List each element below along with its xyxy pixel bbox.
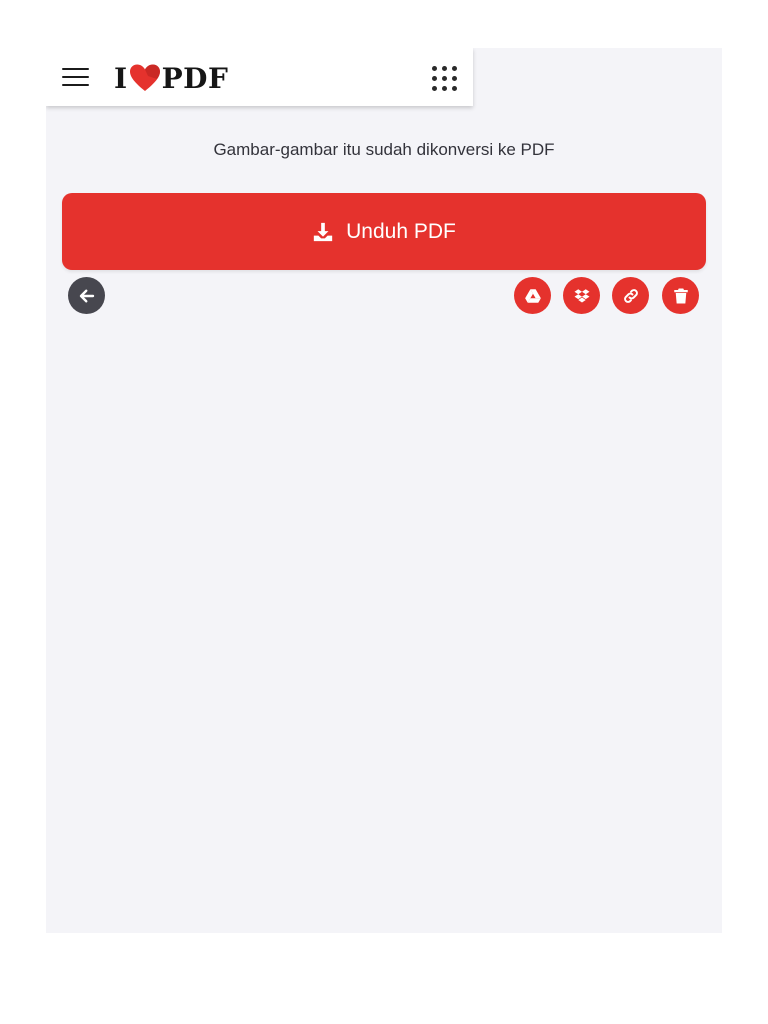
link-icon <box>623 288 638 303</box>
apps-grid-icon[interactable] <box>432 66 458 92</box>
back-button[interactable] <box>68 277 105 314</box>
app-viewport: I PDF Gambar-gambar itu sudah dikonversi… <box>46 48 722 933</box>
top-header: I PDF <box>46 48 473 106</box>
conversion-status-text: Gambar-gambar itu sudah dikonversi ke PD… <box>213 140 555 159</box>
share-link-button[interactable] <box>612 277 649 314</box>
hamburger-menu-icon[interactable] <box>62 68 89 88</box>
logo-prefix: I <box>114 61 128 95</box>
download-pdf-label: Unduh PDF <box>346 219 456 243</box>
arrow-left-icon <box>79 289 94 302</box>
download-icon <box>313 222 333 241</box>
logo-suffix: PDF <box>161 61 229 95</box>
google-drive-icon <box>524 288 541 303</box>
heart-icon <box>129 64 160 91</box>
delete-button[interactable] <box>662 277 699 314</box>
dropbox-button[interactable] <box>563 277 600 314</box>
trash-icon <box>673 288 688 303</box>
ilovepdf-logo[interactable]: I PDF <box>114 61 229 95</box>
google-drive-button[interactable] <box>514 277 551 314</box>
dropbox-icon <box>574 288 589 302</box>
download-pdf-button[interactable]: Unduh PDF <box>62 193 706 270</box>
